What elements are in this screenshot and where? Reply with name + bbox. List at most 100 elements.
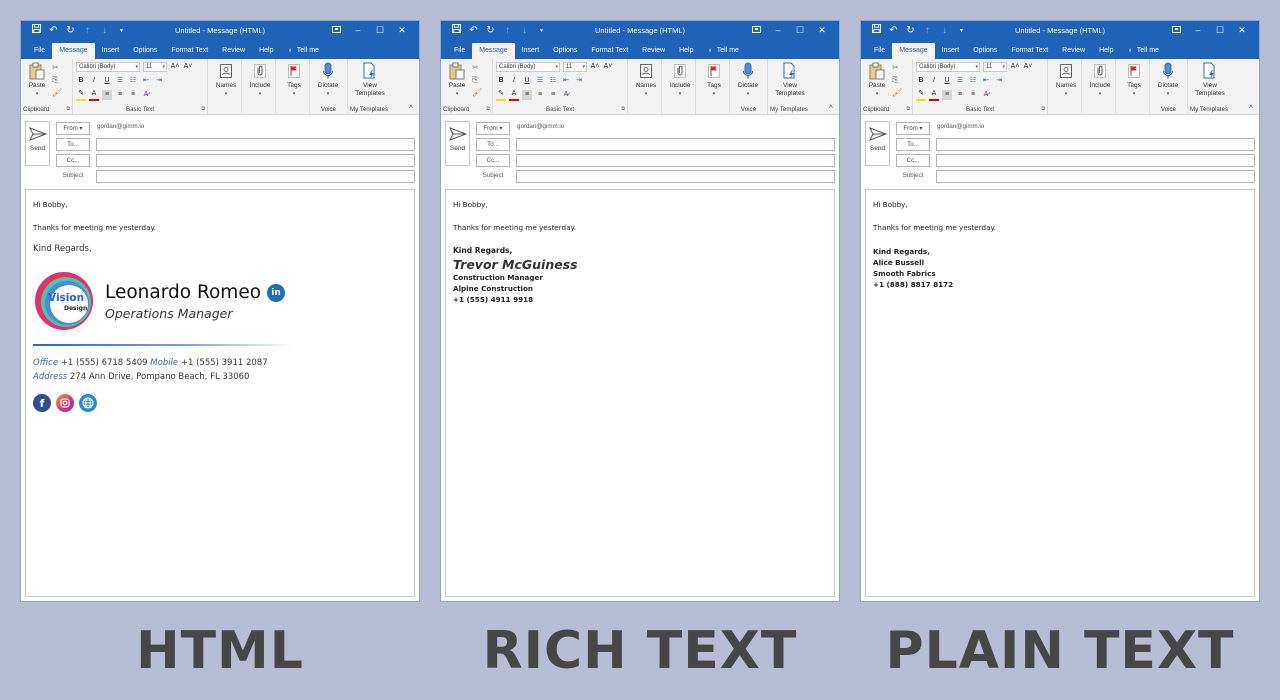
clipboard-launcher-icon[interactable]: ⧉ <box>66 106 70 112</box>
tab-options[interactable]: Options <box>126 43 164 59</box>
cc-field[interactable] <box>516 154 835 167</box>
highlight-icon[interactable]: ✎ <box>496 89 506 101</box>
basic-text-launcher-icon[interactable]: ⧉ <box>201 106 205 112</box>
tab-format-text[interactable]: Format Text <box>584 43 635 59</box>
tab-file[interactable]: File <box>867 43 892 59</box>
tell-me-search[interactable]: ♁ Tell me <box>1121 43 1166 59</box>
font-color-icon[interactable]: A <box>89 89 99 101</box>
linkedin-icon[interactable]: in <box>267 283 286 302</box>
shrink-font-icon[interactable]: A˅ <box>183 62 193 72</box>
underline-button[interactable]: U <box>102 76 112 86</box>
view-templates-button[interactable]: View Templates <box>351 61 389 98</box>
tab-review[interactable]: Review <box>635 43 672 59</box>
collapse-ribbon-icon[interactable]: ˄ <box>1249 104 1253 111</box>
cc-button[interactable]: Cc... <box>896 154 930 167</box>
tell-me-search[interactable]: ♁ Tell me <box>281 43 326 59</box>
cc-button[interactable]: Cc... <box>56 154 90 167</box>
minimize-button[interactable]: – <box>767 24 789 37</box>
align-right-icon[interactable]: ≡ <box>968 90 978 100</box>
maximize-button[interactable]: ☐ <box>1209 24 1231 37</box>
font-size-select[interactable]: 11 <box>563 62 587 72</box>
facebook-icon[interactable]: f <box>33 394 51 412</box>
to-field[interactable] <box>96 138 415 151</box>
tab-insert[interactable]: Insert <box>935 43 967 59</box>
bullets-icon[interactable]: ☰ <box>955 76 965 86</box>
align-center-icon[interactable]: ≡ <box>115 90 125 100</box>
website-globe-icon[interactable] <box>79 394 97 412</box>
font-color-icon[interactable]: A <box>929 89 939 101</box>
italic-button[interactable]: I <box>509 76 519 86</box>
increase-indent-icon[interactable]: ⇥ <box>154 76 164 86</box>
clipboard-launcher-icon[interactable]: ⧉ <box>906 106 910 112</box>
paste-button[interactable]: Paste ▾ <box>864 61 890 98</box>
bold-button[interactable]: B <box>916 76 926 86</box>
italic-button[interactable]: I <box>929 76 939 86</box>
clear-formatting-icon[interactable]: A̷ <box>561 90 571 100</box>
to-button[interactable]: To... <box>56 138 90 151</box>
cc-field[interactable] <box>96 154 415 167</box>
cc-button[interactable]: Cc... <box>476 154 510 167</box>
tags-button[interactable]: Tags ▾ <box>279 61 309 98</box>
message-body[interactable]: Hi Bobby, Thanks for meeting me yesterda… <box>445 189 835 597</box>
subject-field[interactable] <box>96 170 415 183</box>
format-painter-icon[interactable]: 🖌 <box>892 88 902 97</box>
include-button[interactable]: Include ▾ <box>245 61 275 98</box>
tell-me-search[interactable]: ♁ Tell me <box>701 43 746 59</box>
from-button[interactable]: From ▾ <box>56 122 90 135</box>
numbering-icon[interactable]: ☷ <box>968 76 978 86</box>
copy-icon[interactable]: ⎘ <box>892 75 902 85</box>
bullets-icon[interactable]: ☰ <box>535 76 545 86</box>
clear-formatting-icon[interactable]: A̷ <box>141 90 151 100</box>
tab-help[interactable]: Help <box>672 43 700 59</box>
close-button[interactable]: ✕ <box>811 24 833 37</box>
tab-insert[interactable]: Insert <box>95 43 127 59</box>
include-button[interactable]: Include ▾ <box>665 61 695 98</box>
cut-icon[interactable]: ✂ <box>892 63 902 72</box>
collapse-ribbon-icon[interactable]: ˄ <box>829 104 833 111</box>
message-body[interactable]: Hi Bobby, Thanks for meeting me yesterda… <box>25 189 415 597</box>
to-field[interactable] <box>936 138 1255 151</box>
copy-icon[interactable]: ⎘ <box>52 75 62 85</box>
bullets-icon[interactable]: ☰ <box>115 76 125 86</box>
bold-button[interactable]: B <box>496 76 506 86</box>
view-templates-button[interactable]: View Templates <box>771 61 809 98</box>
ribbon-display-icon[interactable] <box>325 24 347 37</box>
numbering-icon[interactable]: ☷ <box>548 76 558 86</box>
align-left-icon[interactable]: ≡ <box>102 90 112 100</box>
subject-field[interactable] <box>936 170 1255 183</box>
ribbon-display-icon[interactable] <box>745 24 767 37</box>
tab-format-text[interactable]: Format Text <box>164 43 215 59</box>
underline-button[interactable]: U <box>522 76 532 86</box>
highlight-icon[interactable]: ✎ <box>76 89 86 101</box>
names-button[interactable]: Names ▾ <box>211 61 241 98</box>
dictate-button[interactable]: Dictate ▾ <box>313 61 343 98</box>
tab-message[interactable]: Message <box>472 43 515 59</box>
collapse-ribbon-icon[interactable]: ˄ <box>409 104 413 111</box>
format-painter-icon[interactable]: 🖌 <box>52 88 62 97</box>
clipboard-launcher-icon[interactable]: ⧉ <box>486 106 490 112</box>
increase-indent-icon[interactable]: ⇥ <box>574 76 584 86</box>
close-button[interactable]: ✕ <box>1231 24 1253 37</box>
cut-icon[interactable]: ✂ <box>52 63 62 72</box>
grow-font-icon[interactable]: A˄ <box>590 62 600 72</box>
instagram-icon[interactable] <box>56 394 74 412</box>
italic-button[interactable]: I <box>89 76 99 86</box>
tab-review[interactable]: Review <box>215 43 252 59</box>
bold-button[interactable]: B <box>76 76 86 86</box>
send-button[interactable]: Send <box>865 121 890 166</box>
align-center-icon[interactable]: ≡ <box>955 90 965 100</box>
align-right-icon[interactable]: ≡ <box>548 90 558 100</box>
minimize-button[interactable]: – <box>1187 24 1209 37</box>
message-body[interactable]: Hi Bobby, Thanks for meeting me yesterda… <box>865 189 1255 597</box>
tab-file[interactable]: File <box>447 43 472 59</box>
from-button[interactable]: From ▾ <box>476 122 510 135</box>
view-templates-button[interactable]: View Templates <box>1191 61 1229 98</box>
minimize-button[interactable]: – <box>347 24 369 37</box>
tags-button[interactable]: Tags ▾ <box>699 61 729 98</box>
numbering-icon[interactable]: ☷ <box>128 76 138 86</box>
grow-font-icon[interactable]: A˄ <box>170 62 180 72</box>
font-color-icon[interactable]: A <box>509 89 519 101</box>
align-right-icon[interactable]: ≡ <box>128 90 138 100</box>
basic-text-launcher-icon[interactable]: ⧉ <box>621 106 625 112</box>
send-button[interactable]: Send <box>25 121 50 166</box>
